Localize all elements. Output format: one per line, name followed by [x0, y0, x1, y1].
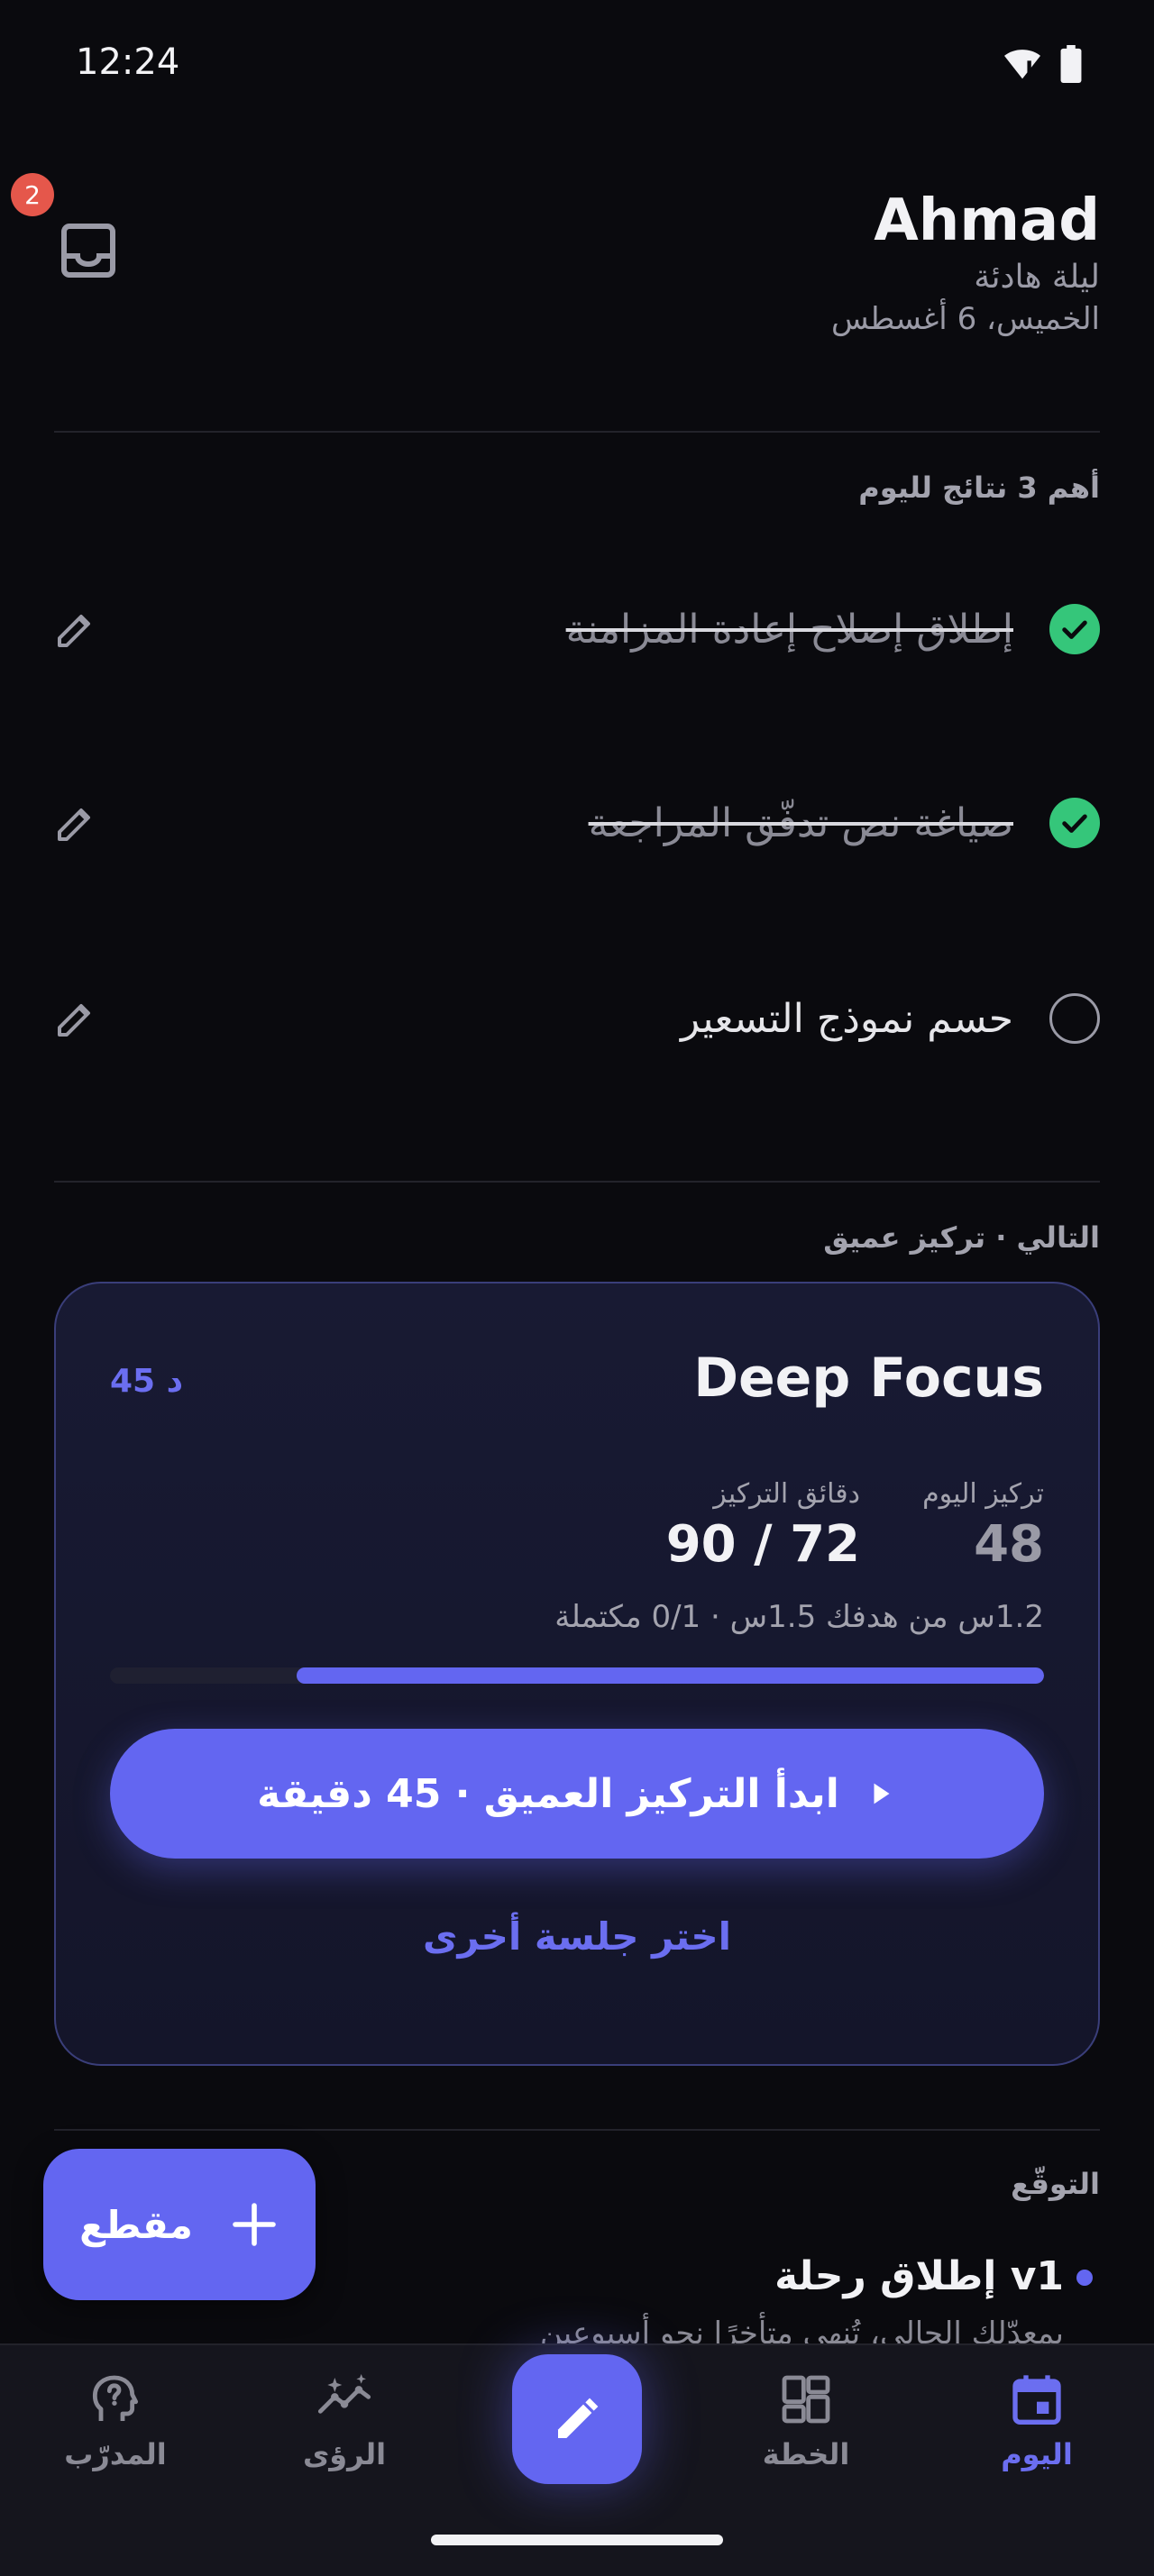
forecast-item-title: إطلاق رحلة v1 — [774, 2253, 1064, 2299]
divider — [54, 431, 1100, 433]
choose-other-session-link[interactable]: اختر جلسة أخرى — [56, 1914, 1098, 1959]
task-item[interactable]: حسم نموذج التسعير — [54, 964, 1100, 1073]
play-icon — [874, 1783, 890, 1804]
task-text: صياغة نص تدفّق المراجعة — [588, 799, 1013, 846]
nav-insights-label: الرؤى — [302, 2437, 387, 2471]
edit-icon[interactable] — [54, 997, 97, 1040]
plus-icon — [233, 2203, 276, 2246]
divider — [54, 2129, 1100, 2131]
add-snippet-label: مقطع — [79, 2202, 193, 2247]
quick-write-button[interactable] — [512, 2354, 642, 2484]
task-text: إطلاق إصلاح إعادة المزامنة — [565, 606, 1013, 653]
greeting-header: Ahmad ليلة هادئة الخميس، 6 أغسطس — [831, 185, 1100, 340]
stat-focus: تركيز اليوم 48 — [922, 1478, 1044, 1574]
stat-focus-label: تركيز اليوم — [922, 1478, 1044, 1510]
nav-coach[interactable]: المدرّب — [34, 2370, 197, 2471]
edit-icon[interactable] — [54, 607, 97, 651]
stat-minutes-label: دقائق التركيز — [713, 1478, 860, 1510]
stat-minutes: دقائق التركيز 90 / 72 — [666, 1478, 860, 1574]
home-indicator[interactable] — [431, 2535, 723, 2545]
battery-icon — [1060, 45, 1082, 83]
nav-today[interactable]: اليوم — [956, 2370, 1118, 2471]
check-icon[interactable] — [1049, 798, 1100, 848]
status-time: 12:24 — [76, 41, 180, 83]
pencil-icon — [558, 2398, 599, 2438]
divider — [54, 1181, 1100, 1183]
card-title: Deep Focus — [693, 1347, 1044, 1410]
progress-bar-fill — [297, 1667, 1044, 1684]
forecast-title: التوقّع — [1011, 2167, 1100, 2201]
progress-bar — [110, 1667, 1044, 1684]
start-focus-label: ابدأ التركيز العميق · 45 دقيقة — [257, 1770, 839, 1817]
coach-icon — [92, 2375, 139, 2421]
header-subtitle: ليلة هادئة — [974, 259, 1100, 296]
inbox-icon[interactable] — [56, 218, 121, 283]
start-focus-button[interactable]: ابدأ التركيز العميق · 45 دقيقة — [110, 1729, 1044, 1859]
forecast-item[interactable]: إطلاق رحلة v1 بمعدّلك الحالي، تُنهي متأخ… — [540, 2253, 1064, 2352]
inbox-badge: 2 — [11, 173, 54, 216]
unchecked-circle-icon[interactable] — [1049, 993, 1100, 1044]
user-name: Ahmad — [874, 187, 1100, 254]
header-date: الخميس، 6 أغسطس — [830, 301, 1100, 337]
insights-icon — [317, 2374, 371, 2414]
plan-grid-icon — [782, 2375, 830, 2424]
nav-coach-label: المدرّب — [64, 2437, 167, 2471]
nav-plan-label: الخطة — [762, 2437, 850, 2471]
wifi-icon — [1004, 50, 1040, 80]
nav-insights[interactable]: الرؤى — [263, 2370, 426, 2471]
progress-text: 1.2س من هدفك 1.5س · 0/1 مكتملة — [554, 1599, 1044, 1635]
task-item[interactable]: صياغة نص تدفّق المراجعة — [54, 769, 1100, 877]
stat-focus-value: 48 — [974, 1515, 1044, 1574]
deep-focus-card: Deep Focus 45 د تركيز اليوم 48 دقائق الت… — [54, 1282, 1100, 2066]
bullet-icon — [1076, 2270, 1093, 2286]
card-duration: 45 د — [110, 1363, 184, 1400]
task-item[interactable]: إطلاق إصلاح إعادة المزامنة — [54, 575, 1100, 683]
stat-minutes-value: 90 / 72 — [665, 1515, 860, 1574]
nav-today-label: اليوم — [1001, 2437, 1073, 2471]
next-title: التالي · تركيز عميق — [823, 1220, 1100, 1255]
add-snippet-button[interactable]: مقطع — [43, 2149, 316, 2300]
task-text: حسم نموذج التسعير — [680, 995, 1013, 1042]
status-icons — [1003, 45, 1082, 83]
check-icon[interactable] — [1049, 604, 1100, 654]
top-results-title: أهم 3 نتائج لليوم — [858, 470, 1100, 505]
calendar-icon — [1012, 2375, 1061, 2425]
edit-icon[interactable] — [54, 801, 97, 845]
nav-plan[interactable]: الخطة — [725, 2370, 887, 2471]
